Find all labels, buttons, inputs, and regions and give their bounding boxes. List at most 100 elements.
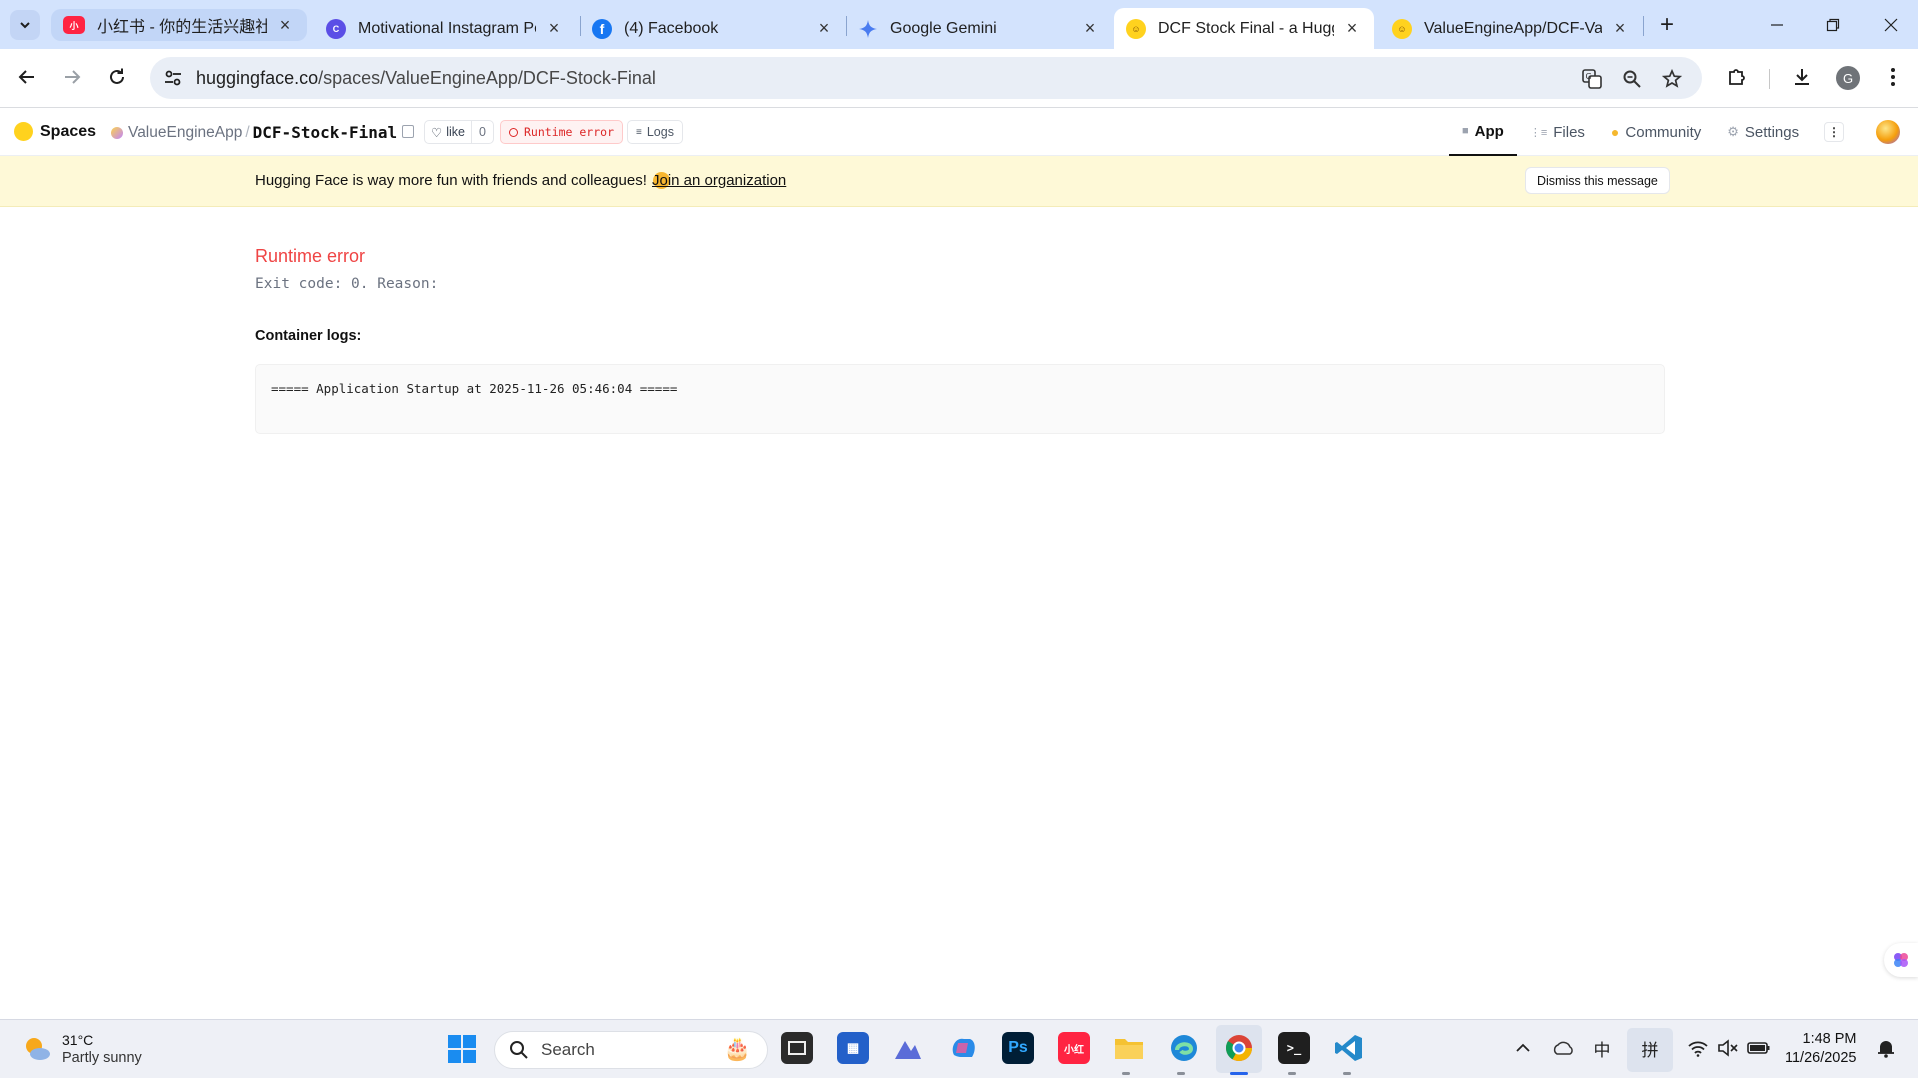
clock-time: 1:48 PM <box>1802 1031 1857 1047</box>
container-logs-box[interactable]: ===== Application Startup at 2025-11-26 … <box>255 364 1665 434</box>
clock-date: 11/26/2025 <box>1785 1050 1857 1066</box>
huggingface-icon: ☺ <box>1392 18 1412 39</box>
download-icon <box>1795 69 1809 85</box>
start-button[interactable] <box>446 1033 478 1065</box>
browser-tab-gemini[interactable]: Google Gemini × <box>846 8 1112 49</box>
tab-label: Community <box>1625 123 1702 141</box>
forward-button[interactable] <box>56 61 88 93</box>
photos-app[interactable] <box>892 1032 924 1064</box>
ime-mode-indicator[interactable]: 拼 <box>1640 1034 1660 1062</box>
task-view-button[interactable] <box>781 1032 813 1064</box>
vscode-app[interactable] <box>1333 1032 1365 1064</box>
user-avatar[interactable] <box>1876 120 1900 144</box>
breadcrumb-separator: / <box>245 123 250 141</box>
zoom-icon[interactable] <box>1620 67 1644 91</box>
app-icon: ■ <box>1462 125 1469 137</box>
browser-tab-valueengineapp[interactable]: ☺ ValueEngineApp/DCF-Valu × <box>1380 8 1642 49</box>
chrome-app[interactable] <box>1223 1032 1255 1064</box>
xiaohongshu-app[interactable]: 小红 <box>1058 1032 1090 1064</box>
url-host: huggingface.co <box>196 68 319 88</box>
store-icon: ▦ <box>846 1040 860 1055</box>
facebook-icon: f <box>592 18 612 39</box>
browser-tab-dcf-stock-final[interactable]: ☺ DCF Stock Final - a Huggin × <box>1114 8 1374 49</box>
close-icon[interactable]: × <box>1344 18 1360 38</box>
browser-menu-button[interactable] <box>1877 61 1909 93</box>
kebab-menu-icon <box>1891 68 1895 86</box>
banner-message: Hugging Face is way more fun with friend… <box>255 172 670 189</box>
microsoft-store-app[interactable]: ▦ <box>837 1032 869 1064</box>
system-clock[interactable]: 1:48 PM 11/26/2025 <box>1785 1030 1857 1068</box>
onedrive-icon[interactable] <box>1550 1034 1576 1062</box>
url-text[interactable]: huggingface.co/spaces/ValueEngineApp/DCF… <box>196 68 656 89</box>
tab-community[interactable]: ● Community <box>1598 108 1714 156</box>
restore-button[interactable] <box>1818 12 1848 38</box>
taskbar-search[interactable]: Search 🎂 <box>494 1031 768 1069</box>
tab-search-button[interactable] <box>10 10 40 40</box>
terminal-app[interactable]: >_ <box>1278 1032 1310 1064</box>
tab-files[interactable]: ⋮≡ Files <box>1517 108 1598 156</box>
vscode-icon <box>1335 1035 1362 1061</box>
bookmark-star-icon[interactable] <box>1660 67 1684 91</box>
heart-icon: ♡ <box>431 125 443 140</box>
minimize-button[interactable] <box>1762 12 1792 38</box>
url-path: /spaces/ValueEngineApp/DCF-Stock-Final <box>318 68 656 88</box>
like-button[interactable]: ♡ like 0 <box>424 120 494 144</box>
restore-icon <box>1826 18 1840 32</box>
copilot-app[interactable] <box>947 1032 979 1064</box>
like-count: 0 <box>470 121 493 143</box>
browser-tab-facebook[interactable]: f (4) Facebook × <box>580 8 846 49</box>
organization-banner: Hugging Face is way more fun with friend… <box>0 156 1918 207</box>
weather-widget[interactable]: 31°C Partly sunny <box>22 1031 142 1067</box>
address-bar[interactable]: huggingface.co/spaces/ValueEngineApp/DCF… <box>150 57 1702 99</box>
dismiss-message-button[interactable]: Dismiss this message <box>1525 167 1670 194</box>
logs-button[interactable]: ≡ Logs <box>627 120 683 144</box>
tab-title: DCF Stock Final - a Huggin <box>1158 19 1334 37</box>
wifi-icon[interactable] <box>1686 1034 1710 1062</box>
new-tab-button[interactable]: + <box>1654 11 1680 38</box>
copy-icon[interactable] <box>402 125 414 138</box>
tab-app[interactable]: ■ App <box>1449 108 1517 156</box>
reload-icon <box>110 68 124 84</box>
close-window-button[interactable] <box>1876 12 1906 38</box>
translate-icon[interactable]: G <box>1580 67 1604 91</box>
floating-assistant-button[interactable] <box>1884 943 1918 977</box>
back-button[interactable] <box>11 61 43 93</box>
ime-language-indicator[interactable]: 中 <box>1592 1034 1612 1062</box>
photoshop-app[interactable]: Ps <box>1002 1032 1034 1064</box>
browser-tab-canva[interactable]: C Motivational Instagram Po × <box>314 8 576 49</box>
tab-label: Files <box>1553 123 1585 141</box>
site-settings-icon[interactable] <box>162 67 184 89</box>
status-badge[interactable]: Runtime error <box>500 120 624 144</box>
battery-icon[interactable] <box>1746 1034 1772 1062</box>
kebab-menu-icon: ⋮ <box>1828 125 1840 139</box>
folder-icon <box>1115 1039 1143 1059</box>
join-organization-link[interactable]: Join an organization <box>652 172 786 189</box>
close-icon[interactable]: × <box>816 18 832 38</box>
close-icon[interactable]: × <box>1612 18 1628 38</box>
tab-settings[interactable]: ⚙ Settings <box>1714 108 1812 156</box>
close-icon[interactable]: × <box>546 18 562 38</box>
canva-icon: C <box>326 18 346 39</box>
close-icon[interactable]: × <box>1082 18 1098 38</box>
owner-link[interactable]: ValueEngineApp <box>128 124 242 142</box>
file-explorer-app[interactable] <box>1113 1032 1145 1064</box>
downloads-button[interactable] <box>1786 61 1818 93</box>
search-label: Search <box>541 1040 595 1059</box>
edge-app[interactable] <box>1168 1032 1200 1064</box>
browser-tab-xiaohongshu[interactable]: 小 小红书 - 你的生活兴趣社区 × <box>51 9 307 41</box>
running-indicator <box>1343 1072 1351 1075</box>
more-options-button[interactable]: ⋮ <box>1824 122 1844 142</box>
repo-name-link[interactable]: DCF-Stock-Final <box>253 123 398 142</box>
logs-label: Logs <box>646 125 674 139</box>
show-hidden-icons-button[interactable] <box>1512 1034 1534 1062</box>
task-view-icon <box>788 1041 806 1055</box>
volume-muted-icon[interactable] <box>1716 1034 1740 1062</box>
spaces-logo-link[interactable]: Spaces <box>14 122 96 141</box>
close-icon[interactable]: × <box>277 15 293 35</box>
photos-icon <box>895 1041 921 1059</box>
profile-avatar[interactable]: G <box>1836 66 1860 90</box>
like-label: like <box>446 125 465 139</box>
reload-button[interactable] <box>101 61 133 93</box>
extensions-button[interactable] <box>1721 61 1753 93</box>
notifications-icon[interactable] <box>1874 1034 1898 1062</box>
